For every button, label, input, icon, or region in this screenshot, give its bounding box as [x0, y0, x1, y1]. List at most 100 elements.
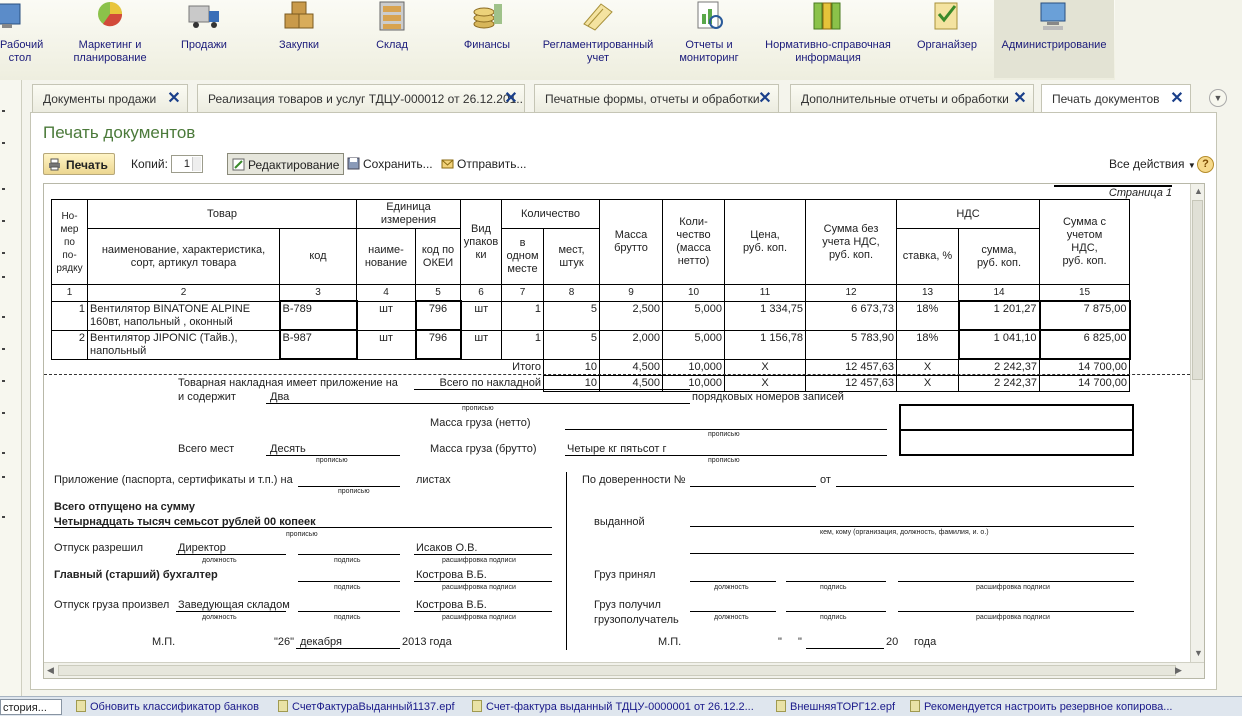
spreadsheet-document[interactable]: Страница 1 Но- мер по по- рядку Товар Ед…: [43, 183, 1205, 679]
close-icon[interactable]: ✕: [504, 85, 518, 112]
shipped-name: Кострова В.Б.: [416, 599, 487, 611]
shipped-sign-line: [298, 599, 400, 612]
cell-one: 1: [501, 329, 544, 360]
hint-text: расшифровка подписи: [442, 614, 516, 621]
invoice-table: Но- мер по по- рядку Товар Единица измер…: [51, 199, 1131, 392]
col-num: 15: [1039, 284, 1130, 302]
hint-text: подпись: [820, 584, 847, 591]
task-invoice-epf[interactable]: СчетФактураВыданный1137.epf: [278, 699, 464, 715]
cell-vat: 1 041,10: [957, 329, 1041, 360]
cell-net: 5,000: [662, 300, 725, 331]
cell-total: 6 825,00: [1038, 329, 1131, 360]
vertical-scrollbar[interactable]: ▲ ▼: [1190, 184, 1204, 664]
task-backup[interactable]: Рекомендуется настроить резервное копиро…: [910, 699, 1200, 715]
section-reference-info[interactable]: Нормативно-справочная информация: [760, 0, 896, 78]
cell-one: 1: [501, 300, 544, 331]
mass-box-divider: [899, 429, 1134, 431]
section-warehouse[interactable]: Склад: [360, 0, 424, 78]
copies-input[interactable]: 1: [171, 155, 203, 173]
warehouse-icon: [379, 1, 405, 31]
section-desktop[interactable]: Рабочий стол: [0, 0, 43, 78]
tab-realization[interactable]: Реализация товаров и услуг ТДЦУ-000012 о…: [197, 84, 525, 112]
header-unit-name: наиме- нование: [356, 228, 416, 285]
section-reports[interactable]: Отчеты и мониторинг: [675, 0, 743, 78]
cell-unit: шт: [356, 300, 416, 331]
section-sales[interactable]: Продажи: [170, 0, 238, 78]
page-number: Страница 1: [1054, 185, 1172, 199]
send-button[interactable]: Отправить...: [439, 153, 527, 175]
issued-label: выданной: [594, 516, 645, 528]
send-label: Отправить...: [457, 157, 527, 171]
header-num: Но- мер по по- рядку: [51, 199, 88, 285]
edit-toggle-button[interactable]: Редактирование: [227, 153, 345, 175]
toolbar: Печать Копий: 1 Редактирование Сохранить…: [43, 153, 1214, 177]
header-sum-vat: Сумма с учетом НДС, руб. коп.: [1039, 199, 1130, 285]
header-gross: Масса брутто: [599, 199, 663, 285]
close-icon[interactable]: ✕: [1170, 85, 1184, 113]
task-torg12[interactable]: ВнешняяТОРГ12.epf: [776, 699, 900, 715]
scroll-left-icon[interactable]: ◀: [47, 665, 54, 676]
tab-print-documents[interactable]: Печать документов ✕: [1041, 84, 1191, 113]
horizontal-scrollbar[interactable]: ◀ ▶: [44, 662, 1204, 678]
section-regulated-accounting[interactable]: Регламентированный учет: [538, 0, 658, 78]
tab-label: Реализация товаров и услуг ТДЦУ-000012 о…: [208, 92, 525, 106]
save-button[interactable]: Сохранить...: [345, 153, 433, 175]
tab-label: Печатные формы, отчеты и обработки: [545, 92, 760, 106]
tab-additional-reports[interactable]: Дополнительные отчеты и обработки ✕: [790, 84, 1034, 112]
close-icon[interactable]: ✕: [758, 85, 772, 112]
sections-panel-right: [1115, 0, 1242, 80]
task-label: Рекомендуется настроить резервное копиро…: [924, 701, 1173, 713]
cell-rate: 18%: [896, 300, 959, 331]
close-icon[interactable]: ✕: [1013, 85, 1027, 112]
total-sum: 12 457,63: [805, 375, 897, 392]
close-icon[interactable]: ✕: [167, 85, 181, 112]
mass-gross-label: Масса груза (брутто): [430, 443, 537, 455]
shipped-position: Заведующая складом: [178, 599, 290, 611]
all-actions-menu[interactable]: Все действия ▼: [1109, 153, 1196, 175]
cell-gross: 2,000: [599, 329, 663, 360]
section-marketing[interactable]: Маркетинг и планирование: [70, 0, 150, 78]
copies-stepper[interactable]: [192, 157, 201, 171]
cell-net: 5,000: [662, 329, 725, 360]
tab-label: Документы продажи: [43, 92, 157, 106]
date2-month-line: [806, 636, 884, 649]
hint-text: подпись: [334, 614, 361, 621]
scroll-down-icon[interactable]: ▼: [1194, 648, 1203, 658]
tabs-dropdown-button[interactable]: ▼: [1209, 89, 1227, 107]
scroll-up-icon[interactable]: ▲: [1194, 186, 1203, 196]
help-button[interactable]: ?: [1197, 156, 1214, 173]
tab-print-forms[interactable]: Печатные формы, отчеты и обработки ✕: [534, 84, 779, 112]
scroll-thumb[interactable]: [58, 665, 1176, 676]
document-icon: [472, 700, 482, 712]
released-sum-value: Четырнадцать тысяч семьсот рублей 00 коп…: [54, 516, 316, 528]
envelope-icon: [441, 159, 454, 169]
col-num: 10: [662, 284, 725, 302]
hint-text: подпись: [820, 614, 847, 621]
task-invoice-issued[interactable]: Счет-фактура выданный ТДЦУ-0000001 от 26…: [472, 699, 762, 715]
header-qty: Количество: [501, 199, 600, 229]
task-history[interactable]: стория...: [0, 699, 62, 715]
appendix-line: [298, 474, 400, 487]
section-administration[interactable]: Администрирование: [994, 0, 1114, 78]
col-num: 11: [724, 284, 806, 302]
task-update-banks[interactable]: Обновить классификатор банков: [76, 699, 270, 715]
scroll-thumb[interactable]: [1192, 200, 1203, 380]
cargo-accepted-position-line: [690, 569, 776, 582]
organizer-icon: [934, 2, 958, 30]
shipped-label: Отпуск груза произвел: [54, 599, 170, 611]
issued-line: [690, 514, 1134, 527]
total-rate: X: [896, 375, 959, 392]
date-day: "26": [274, 636, 295, 648]
hint-text: должность: [202, 557, 237, 564]
total-price: X: [724, 375, 806, 392]
places-value: Десять: [270, 443, 306, 455]
print-button[interactable]: Печать: [43, 153, 115, 175]
section-organizer[interactable]: Органайзер: [910, 0, 984, 78]
date-year: 2013 года: [402, 636, 452, 648]
page-title: Печать документов: [43, 123, 196, 142]
section-purchases[interactable]: Закупки: [268, 0, 330, 78]
section-finance[interactable]: Финансы: [456, 0, 518, 78]
scroll-right-icon[interactable]: ▶: [1175, 665, 1182, 676]
hint-text: прописью: [286, 531, 318, 538]
tab-sales-documents[interactable]: Документы продажи ✕: [32, 84, 188, 112]
